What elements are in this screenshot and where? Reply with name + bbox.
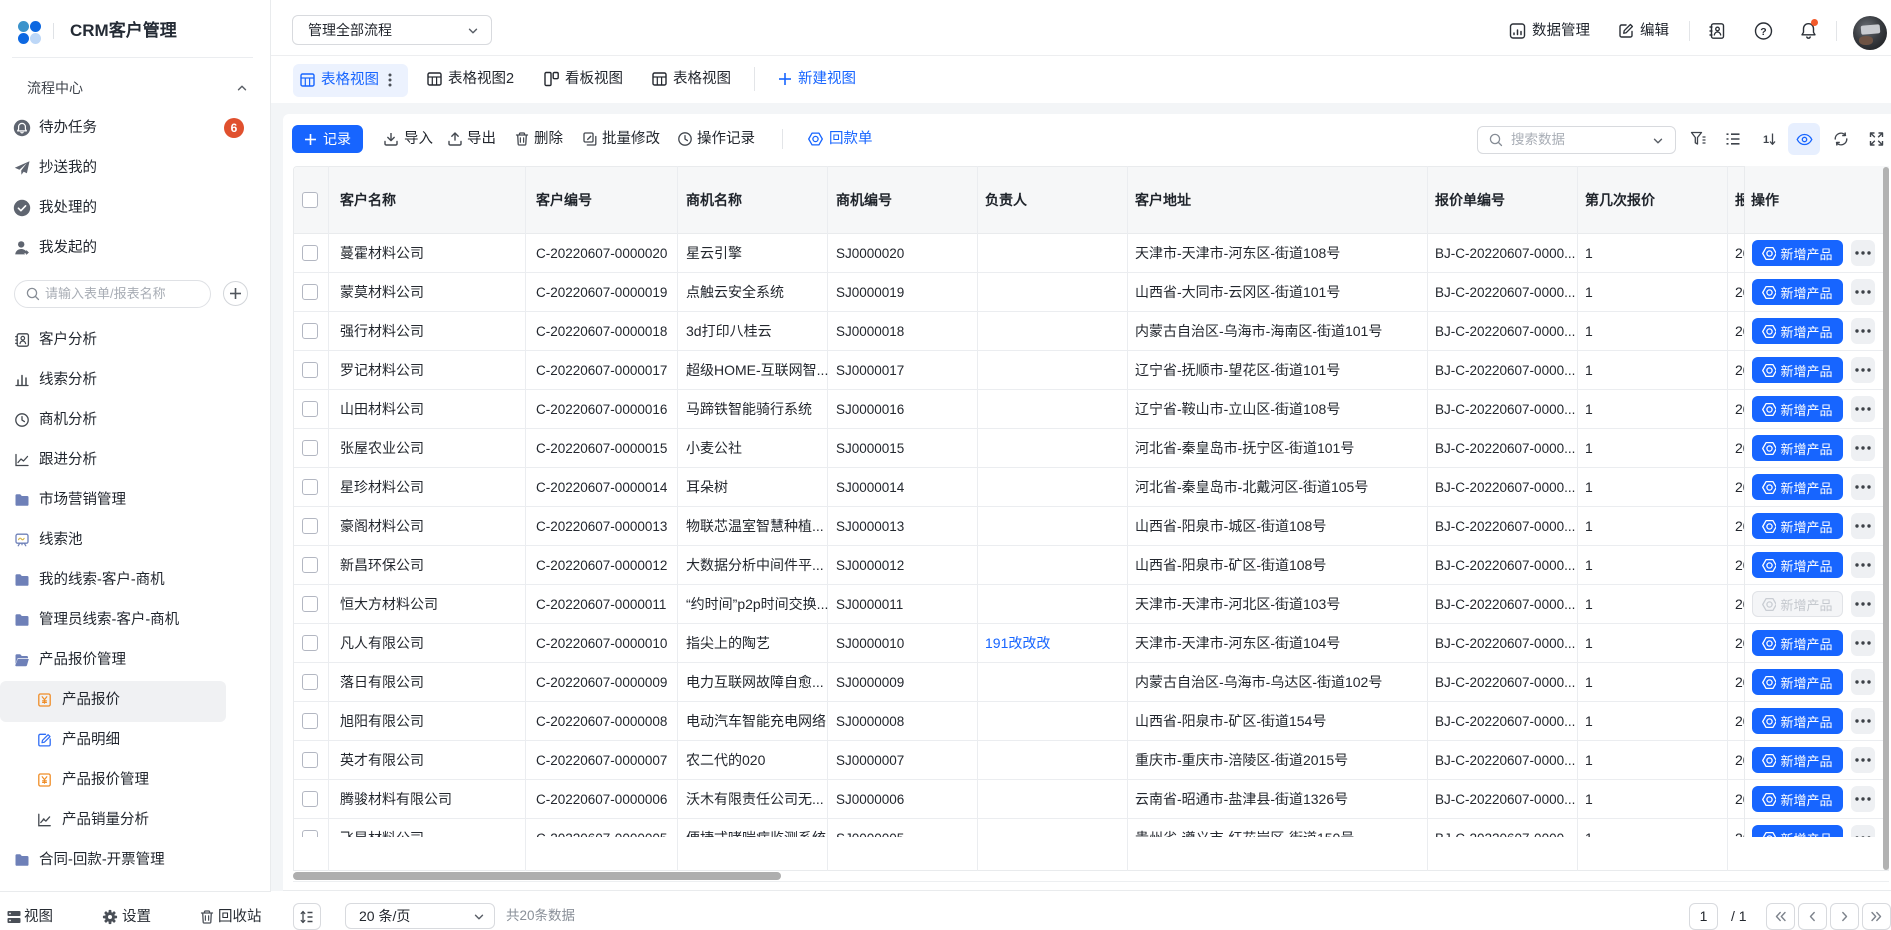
svg-text:1: 1 [1763, 134, 1769, 146]
svg-text:?: ? [1760, 26, 1766, 38]
